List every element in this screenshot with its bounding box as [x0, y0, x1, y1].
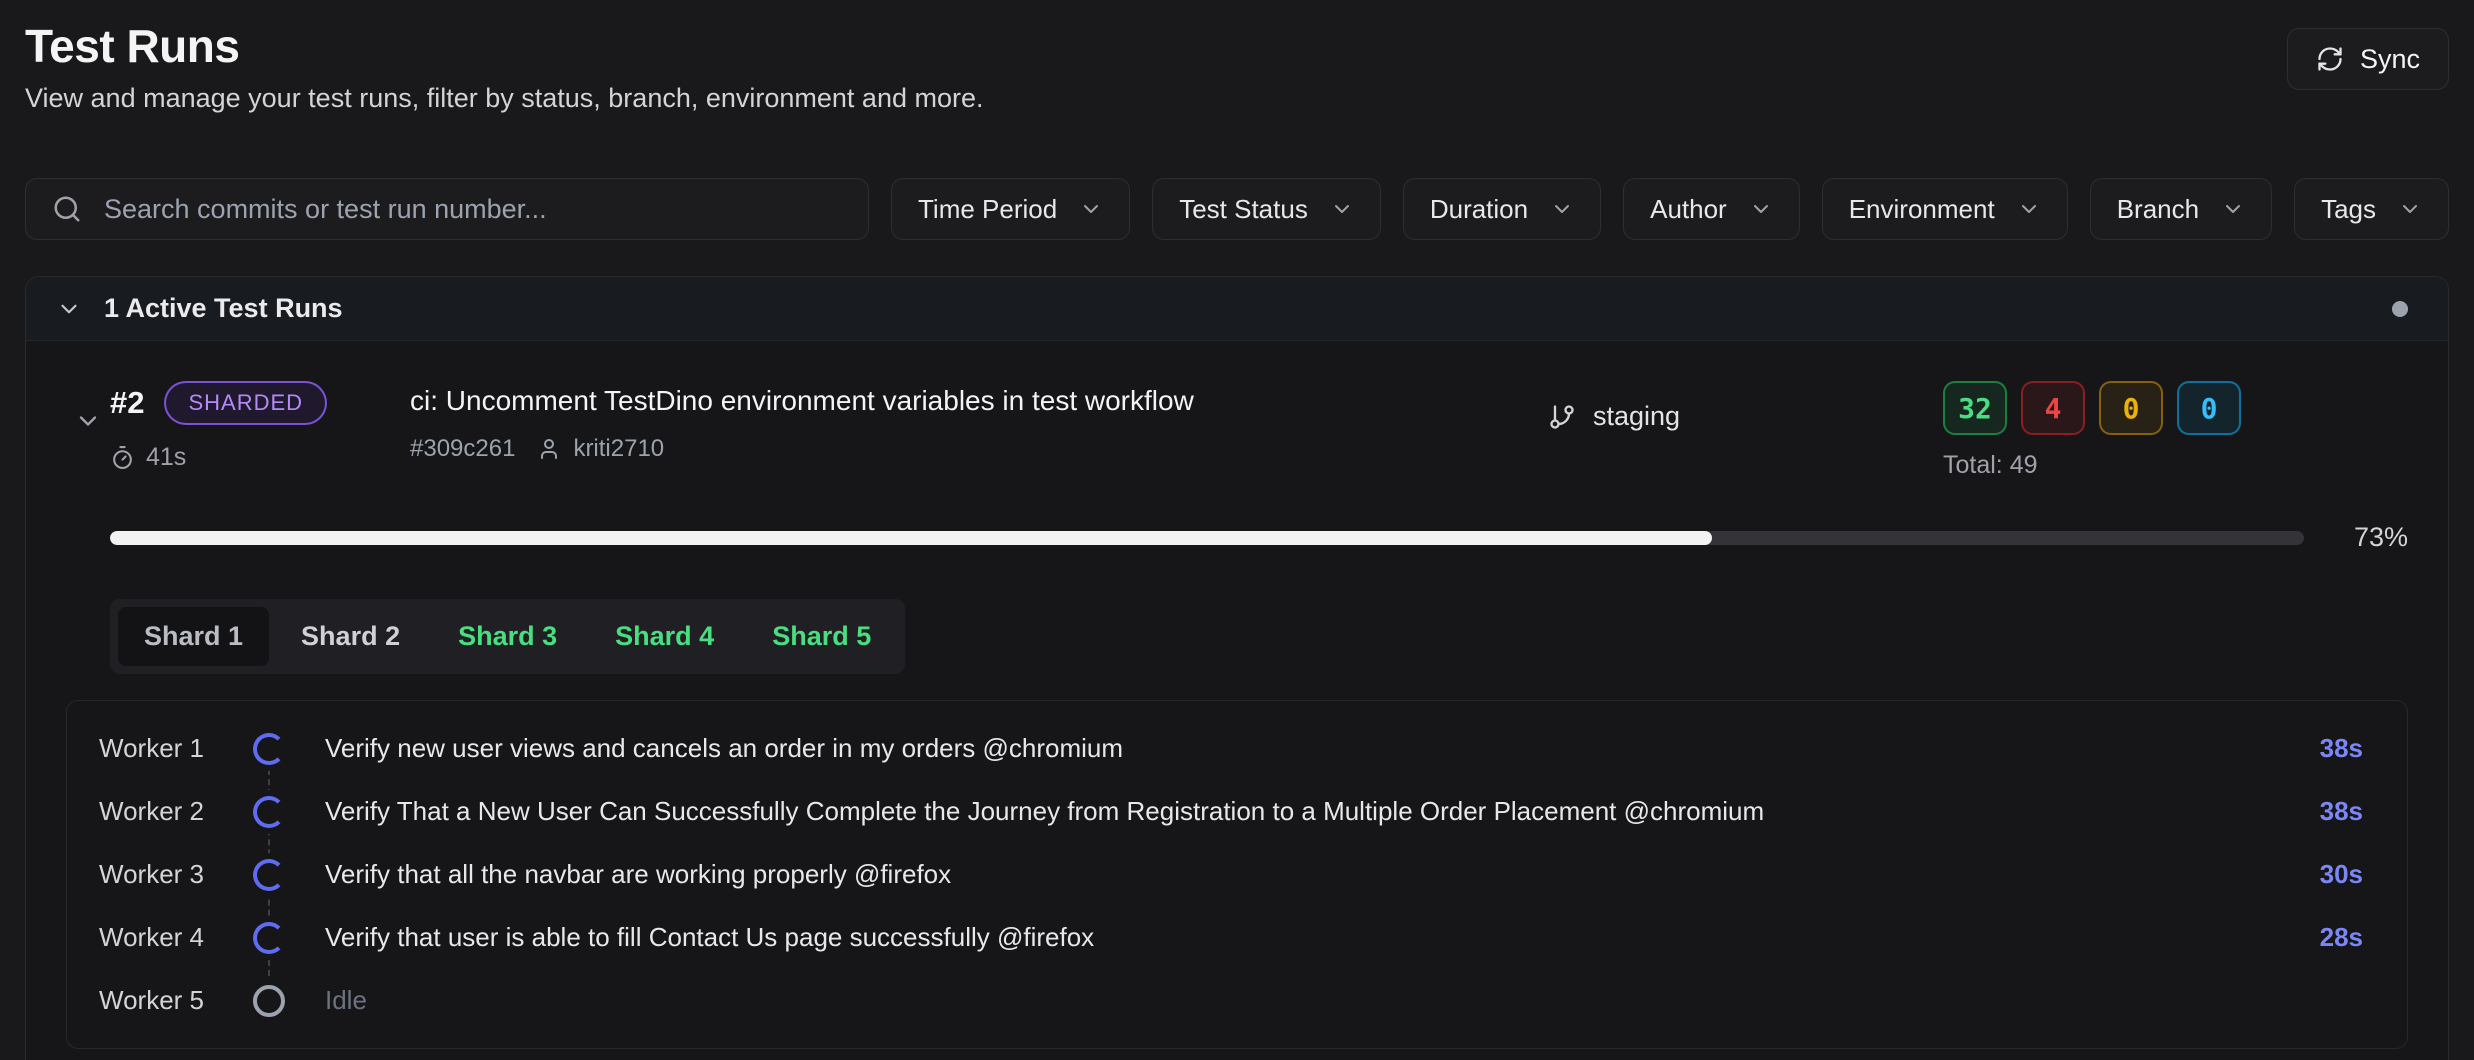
tab-shard-3[interactable]: Shard 3 — [432, 607, 583, 666]
chevron-down-icon — [1749, 197, 1773, 221]
author-name: kriti2710 — [573, 435, 664, 463]
chevron-down-icon — [1550, 197, 1574, 221]
run-expand-chevron[interactable] — [66, 381, 110, 438]
worker-test-name: Verify that all the navbar are working p… — [325, 859, 2320, 890]
run-number: #2 — [110, 385, 144, 421]
filter-branch[interactable]: Branch — [2090, 178, 2272, 240]
chevron-down-icon — [74, 407, 102, 435]
stat-badges: 32 4 0 0 — [1943, 381, 2408, 435]
run-row: #2 SHARDED 41s ci: Uncomment TestDino en… — [66, 381, 2408, 480]
refresh-icon — [2316, 45, 2344, 73]
commit-hash: #309c261 — [410, 435, 515, 463]
run-duration-value: 41s — [146, 443, 186, 472]
tab-shard-5[interactable]: Shard 5 — [746, 607, 897, 666]
chevron-down-icon — [2398, 197, 2422, 221]
user-icon — [537, 437, 561, 461]
filter-label: Branch — [2117, 194, 2199, 225]
spinner-icon — [247, 790, 291, 834]
run-title-block: ci: Uncomment TestDino environment varia… — [410, 381, 1548, 463]
worker-row: Worker 4 Verify that user is able to fil… — [67, 906, 2407, 969]
run-title: ci: Uncomment TestDino environment varia… — [410, 385, 1548, 417]
worker-name: Worker 2 — [99, 796, 247, 827]
tab-shard-4[interactable]: Shard 4 — [589, 607, 740, 666]
skipped-count-badge: 0 — [2177, 381, 2241, 435]
live-indicator-dot — [2392, 301, 2408, 317]
worker-duration: 30s — [2320, 859, 2363, 890]
page-header-text: Test Runs View and manage your test runs… — [25, 20, 984, 114]
run-id-block: #2 SHARDED 41s — [110, 381, 410, 472]
worker-row: Worker 5 Idle — [67, 969, 2407, 1032]
shard-tabs: Shard 1 Shard 2 Shard 3 Shard 4 Shard 5 — [110, 599, 905, 674]
sharded-badge: SHARDED — [164, 381, 327, 425]
worker-panel: Worker 1 Verify new user views and cance… — [66, 700, 2408, 1049]
timer-icon — [110, 445, 135, 470]
page-subtitle: View and manage your test runs, filter b… — [25, 82, 984, 114]
run-stats-block: 32 4 0 0 Total: 49 — [1943, 381, 2408, 480]
worker-test-name: Verify new user views and cancels an ord… — [325, 733, 2320, 764]
test-runs-page: Test Runs View and manage your test runs… — [0, 0, 2474, 1060]
worker-test-name: Verify that user is able to fill Contact… — [325, 922, 2320, 953]
spinner-icon — [247, 916, 291, 960]
worker-name: Worker 5 — [99, 985, 247, 1016]
failed-count-badge: 4 — [2021, 381, 2085, 435]
spinner-icon — [247, 853, 291, 897]
progress-row: 73% — [110, 522, 2408, 553]
flaky-count-badge: 0 — [2099, 381, 2163, 435]
search-icon — [52, 194, 82, 224]
filter-label: Test Status — [1179, 194, 1308, 225]
worker-test-name: Verify That a New User Can Successfully … — [325, 796, 2320, 827]
progress-bar-fill — [110, 531, 1712, 545]
active-runs-header[interactable]: 1 Active Test Runs — [26, 277, 2448, 341]
worker-name: Worker 4 — [99, 922, 247, 953]
branch-name: staging — [1593, 401, 1680, 432]
passed-count-badge: 32 — [1943, 381, 2007, 435]
progress-bar — [110, 531, 2304, 545]
run-meta: #309c261 kriti2710 — [410, 435, 1548, 463]
filter-label: Time Period — [918, 194, 1057, 225]
progress-percent-label: 73% — [2338, 522, 2408, 553]
total-tests-label: Total: 49 — [1943, 451, 2408, 480]
sync-button-label: Sync — [2360, 44, 2420, 75]
chevron-down-icon — [1079, 197, 1103, 221]
filter-duration[interactable]: Duration — [1403, 178, 1601, 240]
worker-duration: 28s — [2320, 922, 2363, 953]
tab-shard-1[interactable]: Shard 1 — [118, 607, 269, 666]
spinner-icon — [247, 727, 291, 771]
chevron-down-icon — [56, 296, 82, 322]
worker-row: Worker 2 Verify That a New User Can Succ… — [67, 780, 2407, 843]
chevron-down-icon — [2017, 197, 2041, 221]
filter-label: Tags — [2321, 194, 2376, 225]
filter-author[interactable]: Author — [1623, 178, 1800, 240]
active-runs-panel: 1 Active Test Runs #2 SHARDED 41s — [25, 276, 2449, 1060]
tab-shard-2[interactable]: Shard 2 — [275, 607, 426, 666]
page-title: Test Runs — [25, 20, 984, 72]
git-branch-icon — [1548, 403, 1576, 431]
active-runs-title: 1 Active Test Runs — [104, 293, 343, 324]
filter-label: Author — [1650, 194, 1727, 225]
chevron-down-icon — [1330, 197, 1354, 221]
branch-block: staging — [1548, 381, 1943, 432]
run-duration: 41s — [110, 443, 410, 472]
worker-row: Worker 1 Verify new user views and cance… — [67, 717, 2407, 780]
worker-test-name: Idle — [325, 985, 2363, 1016]
worker-duration: 38s — [2320, 733, 2363, 764]
page-header: Test Runs View and manage your test runs… — [25, 20, 2449, 114]
sync-button[interactable]: Sync — [2287, 28, 2449, 90]
worker-row: Worker 3 Verify that all the navbar are … — [67, 843, 2407, 906]
filter-tags[interactable]: Tags — [2294, 178, 2449, 240]
filter-label: Environment — [1849, 194, 1995, 225]
search-box[interactable] — [25, 178, 869, 240]
filter-time-period[interactable]: Time Period — [891, 178, 1130, 240]
toolbar: Time Period Test Status Duration Author … — [25, 178, 2449, 240]
filter-environment[interactable]: Environment — [1822, 178, 2068, 240]
filter-test-status[interactable]: Test Status — [1152, 178, 1381, 240]
worker-name: Worker 1 — [99, 733, 247, 764]
chevron-down-icon — [2221, 197, 2245, 221]
worker-name: Worker 3 — [99, 859, 247, 890]
worker-duration: 38s — [2320, 796, 2363, 827]
filter-label: Duration — [1430, 194, 1528, 225]
run-section: #2 SHARDED 41s ci: Uncomment TestDino en… — [26, 341, 2448, 1060]
idle-circle-icon — [247, 979, 291, 1023]
search-input[interactable] — [104, 194, 842, 225]
